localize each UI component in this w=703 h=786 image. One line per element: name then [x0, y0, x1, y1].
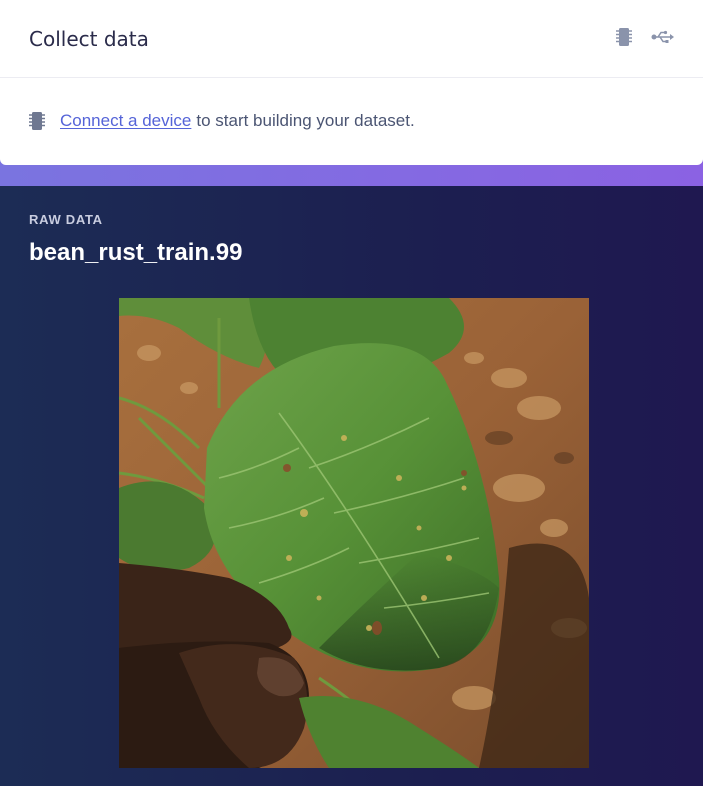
page-title: Collect data [29, 26, 149, 51]
usb-icon[interactable] [651, 30, 675, 44]
raw-data-label: RAW DATA [29, 212, 103, 227]
header: Collect data [0, 0, 703, 78]
device-chip-icon [28, 111, 46, 131]
connect-device-row: Connect a device to start building your … [0, 78, 703, 164]
header-icons [615, 27, 675, 47]
collect-data-card: Collect data Connect a device to start b… [0, 0, 703, 165]
sample-name: bean_rust_train.99 [29, 239, 243, 266]
connect-device-text: to start building your dataset. [196, 111, 415, 130]
raw-data-panel: RAW DATA bean_rust_train.99 [0, 185, 703, 786]
connect-device-link[interactable]: Connect a device [60, 111, 191, 131]
sample-image [119, 298, 589, 768]
device-chip-icon[interactable] [615, 27, 633, 47]
